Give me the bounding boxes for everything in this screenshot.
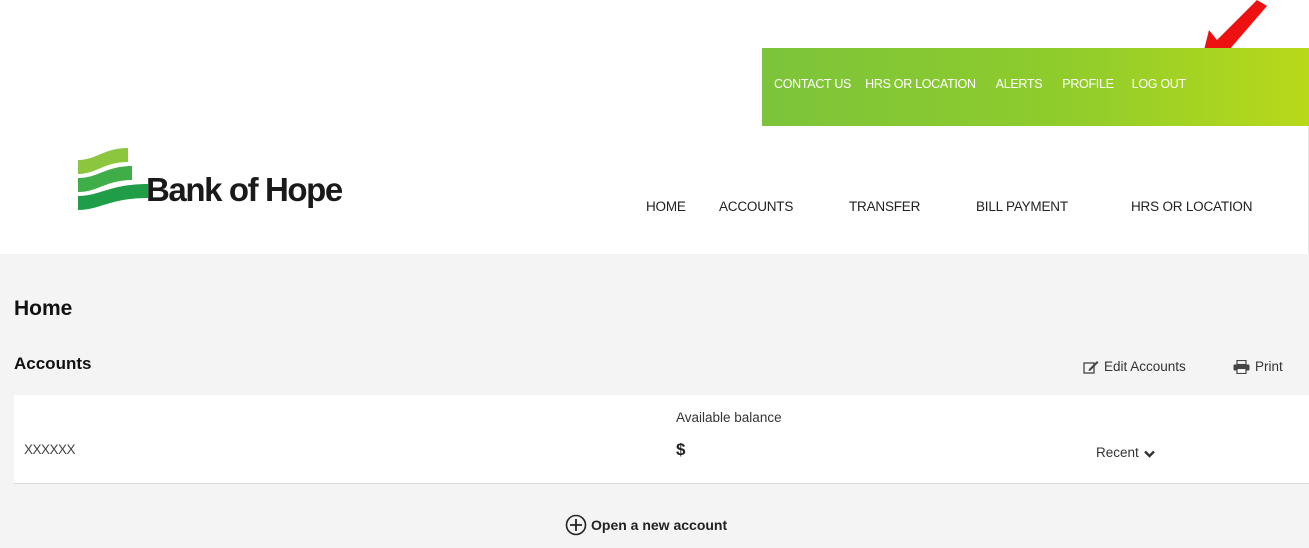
nav-item-transfer[interactable]: TRANSFER xyxy=(849,199,920,214)
utility-link-log-out[interactable]: LOG OUT xyxy=(1132,77,1186,91)
utility-nav-bar: CONTACT US HRS OR LOCATION ALERTS PROFIL… xyxy=(762,48,1309,126)
plus-circle-icon xyxy=(565,514,587,536)
nav-item-bill-payment[interactable]: BILL PAYMENT xyxy=(976,199,1068,214)
open-new-account-label: Open a new account xyxy=(591,517,728,533)
chevron-down-icon xyxy=(1143,450,1155,458)
edit-icon xyxy=(1083,360,1099,374)
account-card[interactable]: XXXXXX Available balance $ Recent xyxy=(14,395,1309,484)
recent-dropdown[interactable]: Recent xyxy=(1096,445,1155,460)
available-balance-label: Available balance xyxy=(676,410,782,425)
edit-accounts-label: Edit Accounts xyxy=(1104,359,1186,374)
open-new-account-button[interactable]: Open a new account xyxy=(565,514,727,536)
brand-name: Bank of Hope xyxy=(146,171,343,208)
print-label: Print xyxy=(1255,359,1283,374)
nav-item-accounts[interactable]: ACCOUNTS xyxy=(719,199,793,214)
site-header: Bank of Hope HOME ACCOUNTS TRANSFER BILL… xyxy=(14,126,1309,254)
account-name[interactable]: XXXXXX xyxy=(24,442,76,457)
print-button[interactable]: Print xyxy=(1233,359,1283,374)
utility-link-contact-us[interactable]: CONTACT US xyxy=(774,77,851,91)
bank-of-hope-logo-mark-icon xyxy=(78,148,148,210)
brand-logo[interactable]: Bank of Hope xyxy=(76,148,343,218)
accounts-section-title: Accounts xyxy=(14,354,92,373)
utility-link-hrs-or-location[interactable]: HRS OR LOCATION xyxy=(865,77,976,91)
utility-link-alerts[interactable]: ALERTS xyxy=(996,77,1043,91)
page-title: Home xyxy=(14,297,73,320)
utility-link-profile[interactable]: PROFILE xyxy=(1062,77,1114,91)
printer-icon xyxy=(1233,359,1250,374)
nav-item-hrs-or-location[interactable]: HRS OR LOCATION xyxy=(1131,199,1252,214)
edit-accounts-button[interactable]: Edit Accounts xyxy=(1083,359,1186,374)
available-balance-value: $ xyxy=(676,440,686,459)
nav-item-home[interactable]: HOME xyxy=(646,199,686,214)
recent-label: Recent xyxy=(1096,445,1139,460)
